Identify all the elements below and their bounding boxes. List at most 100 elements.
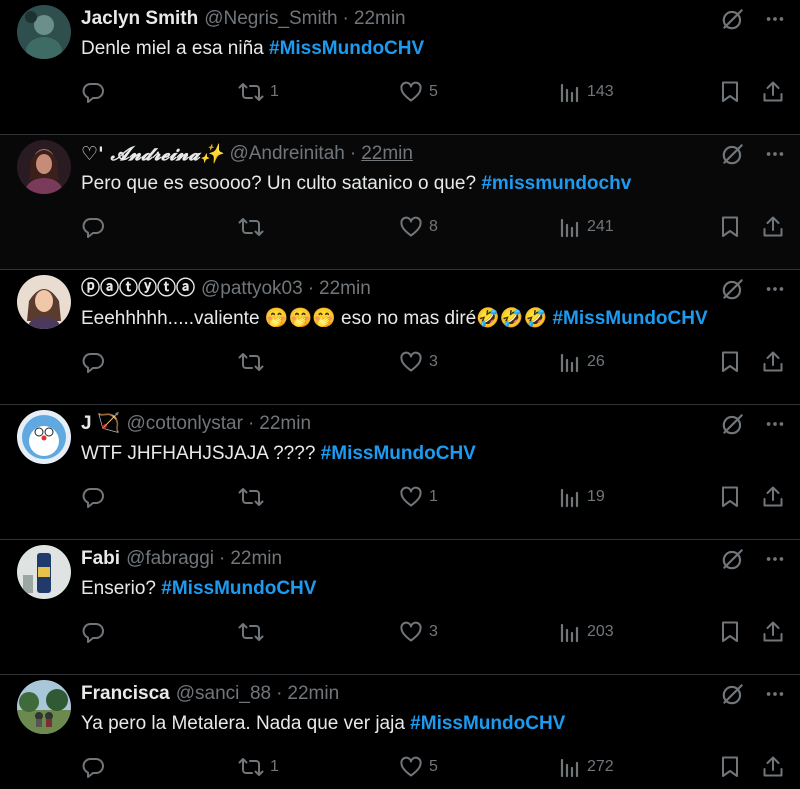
retweet-icon <box>238 80 264 104</box>
share-button[interactable] <box>761 747 785 787</box>
display-name[interactable]: Jaclyn Smith <box>81 7 198 31</box>
grok-icon[interactable] <box>720 6 746 32</box>
tweet-text: Denle miel a esa niña #MissMundoCHV <box>81 37 424 61</box>
timestamp[interactable]: 22min <box>361 142 413 166</box>
tweet[interactable]: Jaclyn Smith @Negris_Smith · 22min Denle… <box>0 0 800 135</box>
hashtag-link[interactable]: #MissMundoCHV <box>269 38 424 59</box>
tweet[interactable]: Fabi @fabraggi · 22min Enserio? #MissMun… <box>0 540 800 675</box>
share-button[interactable] <box>761 207 785 247</box>
views-count: 19 <box>587 488 605 505</box>
views-button[interactable]: 272 <box>559 747 614 787</box>
like-button[interactable]: 8 <box>399 207 438 247</box>
timestamp[interactable]: 22min <box>287 682 339 706</box>
display-name[interactable]: ⓟⓐⓣⓨⓣⓐ <box>81 277 195 301</box>
bookmark-button[interactable] <box>719 72 741 112</box>
display-name[interactable]: ♡' 𝓐𝓷𝓭𝓻𝓮𝓲𝓷𝓪✨ <box>81 142 223 166</box>
tweet[interactable]: ⓟⓐⓣⓨⓣⓐ @pattyok03 · 22min Eeehhhhh.....v… <box>0 270 800 405</box>
retweet-icon <box>238 755 264 779</box>
views-button[interactable]: 241 <box>559 207 614 247</box>
separator-dot: · <box>219 548 226 569</box>
tweet-text-content: Eeehhhhh.....valiente 🤭🤭🤭 eso no mas dir… <box>81 308 553 329</box>
share-button[interactable] <box>761 72 785 112</box>
tweet-feed: Jaclyn Smith @Negris_Smith · 22min Denle… <box>0 0 800 789</box>
tweet-header: Francisca @sanci_88 · 22min <box>81 682 339 706</box>
bookmark-button[interactable] <box>719 747 741 787</box>
hashtag-link[interactable]: #MissMundoCHV <box>161 578 316 599</box>
views-button[interactable]: 143 <box>559 72 614 112</box>
user-handle[interactable]: @fabraggi <box>126 547 214 571</box>
share-button[interactable] <box>761 342 785 382</box>
views-button[interactable]: 26 <box>559 342 605 382</box>
user-handle[interactable]: @cottonlystar <box>127 412 243 436</box>
tweet[interactable]: Francisca @sanci_88 · 22min Ya pero la M… <box>0 675 800 789</box>
avatar[interactable] <box>17 275 71 329</box>
views-button[interactable]: 19 <box>559 477 605 517</box>
like-button[interactable]: 5 <box>399 72 438 112</box>
reply-button[interactable] <box>81 612 105 652</box>
hashtag-link[interactable]: #MissMundoCHV <box>321 443 476 464</box>
timestamp[interactable]: 22min <box>259 412 311 436</box>
reply-button[interactable] <box>81 477 105 517</box>
grok-icon[interactable] <box>720 276 746 302</box>
avatar[interactable] <box>17 410 71 464</box>
timestamp[interactable]: 22min <box>319 277 371 301</box>
reply-button[interactable] <box>81 207 105 247</box>
display-name[interactable]: Fabi <box>81 547 120 571</box>
share-button[interactable] <box>761 612 785 652</box>
more-icon[interactable] <box>764 8 786 30</box>
retweet-button[interactable] <box>238 477 270 517</box>
user-handle[interactable]: @Andreinitah <box>229 142 344 166</box>
avatar[interactable] <box>17 5 71 59</box>
more-icon[interactable] <box>764 278 786 300</box>
more-icon[interactable] <box>764 548 786 570</box>
share-button[interactable] <box>761 477 785 517</box>
avatar[interactable] <box>17 545 71 599</box>
reply-button[interactable] <box>81 747 105 787</box>
retweet-button[interactable]: 1 <box>238 747 279 787</box>
bookmark-button[interactable] <box>719 207 741 247</box>
grok-icon[interactable] <box>720 141 746 167</box>
bookmark-button[interactable] <box>719 477 741 517</box>
display-name[interactable]: Francisca <box>81 682 170 706</box>
like-button[interactable]: 3 <box>399 342 438 382</box>
retweet-button[interactable] <box>238 342 270 382</box>
user-handle[interactable]: @Negris_Smith <box>204 7 337 31</box>
tweet[interactable]: J 🏹 @cottonlystar · 22min WTF JHFHAHJSJA… <box>0 405 800 540</box>
hashtag-link[interactable]: #missmundochv <box>481 173 631 194</box>
like-icon <box>399 620 423 644</box>
reply-button[interactable] <box>81 342 105 382</box>
like-button[interactable]: 1 <box>399 477 438 517</box>
retweet-button[interactable] <box>238 612 270 652</box>
separator-dot: · <box>342 8 349 29</box>
reply-button[interactable] <box>81 72 105 112</box>
tweet[interactable]: ♡' 𝓐𝓷𝓭𝓻𝓮𝓲𝓷𝓪✨ @Andreinitah · 22min Pero q… <box>0 135 800 270</box>
grok-icon[interactable] <box>720 546 746 572</box>
timestamp[interactable]: 22min <box>354 7 406 31</box>
views-button[interactable]: 203 <box>559 612 614 652</box>
user-handle[interactable]: @sanci_88 <box>176 682 271 706</box>
avatar[interactable] <box>17 680 71 734</box>
share-icon <box>761 620 785 644</box>
user-handle[interactable]: @pattyok03 <box>201 277 303 301</box>
grok-icon[interactable] <box>720 411 746 437</box>
more-icon[interactable] <box>764 683 786 705</box>
retweet-button[interactable] <box>238 207 270 247</box>
grok-icon[interactable] <box>720 681 746 707</box>
reply-icon <box>81 620 105 644</box>
bookmark-button[interactable] <box>719 342 741 382</box>
like-button[interactable]: 5 <box>399 747 438 787</box>
hashtag-link[interactable]: #MissMundoCHV <box>552 308 707 329</box>
retweet-button[interactable]: 1 <box>238 72 279 112</box>
more-icon[interactable] <box>764 413 786 435</box>
like-button[interactable]: 3 <box>399 612 438 652</box>
share-icon <box>761 350 785 374</box>
more-icon[interactable] <box>764 143 786 165</box>
hashtag-link[interactable]: #MissMundoCHV <box>410 713 565 734</box>
display-name[interactable]: J 🏹 <box>81 412 121 436</box>
tweet-text-content: Enserio? <box>81 578 162 599</box>
tweet-text: Pero que es esoooo? Un culto satanico o … <box>81 172 631 196</box>
avatar[interactable] <box>17 140 71 194</box>
tweet-header: Jaclyn Smith @Negris_Smith · 22min <box>81 7 406 31</box>
bookmark-button[interactable] <box>719 612 741 652</box>
timestamp[interactable]: 22min <box>230 547 282 571</box>
